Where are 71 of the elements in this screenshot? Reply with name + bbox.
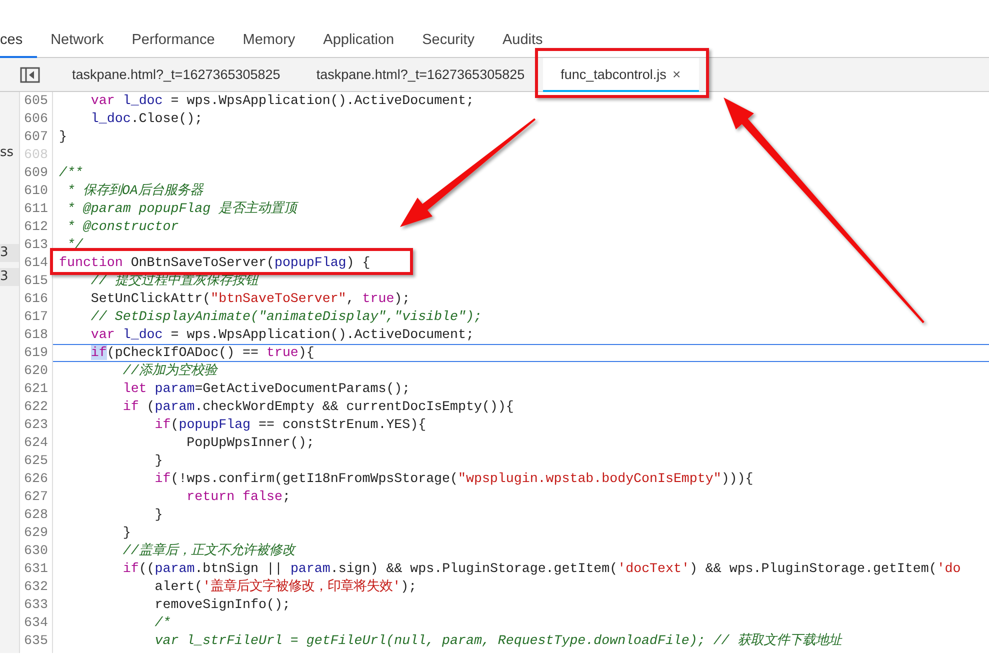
code-line: /** <box>58 164 83 182</box>
line-number: 624 <box>23 434 49 452</box>
code-line: //添加为空校验 <box>122 362 217 380</box>
line-number: 628 <box>23 506 49 524</box>
line-number: 620 <box>23 362 49 380</box>
line-number: 612 <box>23 218 49 236</box>
code-line: var l_doc = wps.WpsApplication().ActiveDocument; <box>90 92 474 110</box>
file-tab[interactable]: taskpane.html?_t=1627365305825 <box>54 58 298 92</box>
line-number: 622 <box>23 398 49 416</box>
line-number: 621 <box>23 380 49 398</box>
line-number: 633 <box>23 596 49 614</box>
code-line: function OnBtnSaveToServer(popupFlag) { <box>58 254 370 272</box>
code-line: /* <box>154 614 171 632</box>
panel-tab[interactable]: Performance <box>118 22 229 58</box>
line-number: 614 <box>23 254 49 272</box>
code-line: //盖章后，正文不允许被修改 <box>122 542 295 560</box>
code-line: let param=GetActiveDocumentParams(); <box>122 380 410 398</box>
line-number: 618 <box>23 326 49 344</box>
code-line: PopUpWpsInner(); <box>186 434 314 452</box>
line-number: 609 <box>23 164 49 182</box>
code-line: return false; <box>186 488 290 506</box>
code-line: var l_doc = wps.WpsApplication().ActiveDocument; <box>90 326 474 344</box>
code-line: l_doc.Close(); <box>90 110 203 128</box>
code-line: * @constructor <box>66 218 179 236</box>
code-line: SetUnClickAttr("btnSaveToServer", true); <box>90 290 410 308</box>
line-number: 610 <box>23 182 49 200</box>
panel-tab[interactable]: Application <box>309 22 408 58</box>
line-number: 631 <box>23 560 49 578</box>
code-line: if (param.checkWordEmpty && currentDocIsEmpty()){ <box>122 398 514 416</box>
code-line: if(pCheckIfOADoc() == true){ <box>53 344 989 362</box>
line-number: 605 <box>23 92 49 110</box>
code-line: * 保存到OA后台服务器 <box>66 182 203 200</box>
code-line: } <box>154 452 163 470</box>
line-number: 606 <box>23 110 49 128</box>
code-line: } <box>154 506 163 524</box>
line-number: 617 <box>23 308 49 326</box>
line-number: 611 <box>23 200 49 218</box>
sidebar-text[interactable]: ss <box>0 145 14 160</box>
code-line: if(popupFlag == constStrEnum.YES){ <box>154 416 426 434</box>
line-number: 619 <box>23 344 49 362</box>
line-number: 616 <box>23 290 49 308</box>
code-line: */ <box>66 236 83 254</box>
line-number: 607 <box>23 128 49 146</box>
line-number: 629 <box>23 524 49 542</box>
file-tab[interactable]: taskpane.html?_t=1627365305825 <box>298 58 543 92</box>
line-number: 630 <box>23 542 49 560</box>
code-line: } <box>58 128 67 146</box>
line-number: 634 <box>23 614 49 632</box>
code-line: * @param popupFlag 是否主动置顶 <box>66 200 297 218</box>
line-number: 635 <box>23 632 49 650</box>
file-tab[interactable]: func_tabcontrol.js × <box>542 58 699 92</box>
line-number: 623 <box>23 416 49 434</box>
panel-tab[interactable]: Memory <box>228 22 310 58</box>
line-number: 613 <box>23 236 49 254</box>
line-number: 632 <box>23 578 49 596</box>
panel-tab[interactable]: Audits <box>488 22 557 58</box>
code-line: alert('盖章后文字被修改，印章将失效'); <box>154 578 417 596</box>
line-number: 615 <box>23 272 49 290</box>
panel-tab[interactable]: Network <box>36 22 118 58</box>
line-number: 627 <box>23 488 49 506</box>
line-number: 626 <box>23 470 49 488</box>
code-line: // SetDisplayAnimate("animateDisplay","visible"); <box>90 308 482 326</box>
code-line: if((param.btnSign || param.sign) && wps.PluginStorage.getItem('docText') && wps.PluginStorage.getItem('do <box>122 560 961 578</box>
code-line: removeSignInfo(); <box>154 596 290 614</box>
sidebar-toggle-icon[interactable] <box>20 66 40 82</box>
line-number: 625 <box>23 452 49 470</box>
close-icon[interactable]: × <box>672 66 681 82</box>
code-line: } <box>122 524 131 542</box>
code-line: if(!wps.confirm(getI18nFromWpsStorage("wpsplugin.wpstab.bodyConIsEmpty"))){ <box>154 470 754 488</box>
panel-tab[interactable]: Security <box>408 22 488 58</box>
code-line: var l_strFileUrl = getFileUrl(null, param, RequestType.downloadFile); // 获取文件下载地址 <box>154 632 842 650</box>
